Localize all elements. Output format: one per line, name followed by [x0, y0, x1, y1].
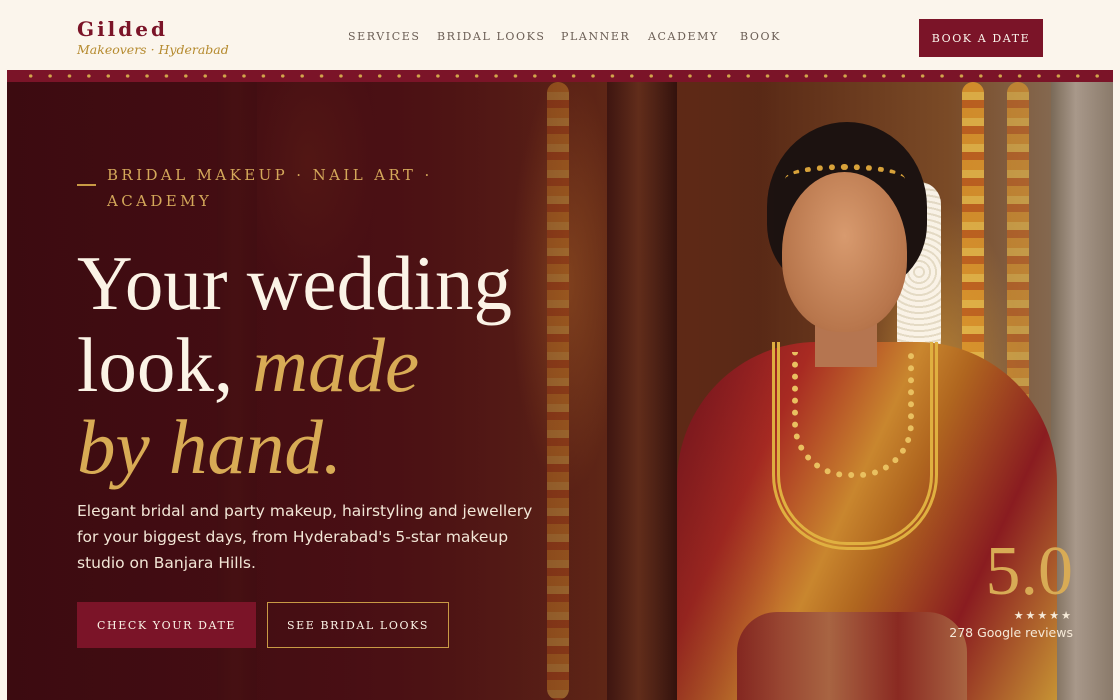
- eyebrow-rule: [77, 184, 96, 186]
- headline-line-2: look,: [77, 322, 253, 408]
- google-rating: 5.0 ★★★★★ 278 Google reviews: [949, 533, 1074, 641]
- nav-item-academy[interactable]: ACADEMY: [648, 30, 719, 43]
- brand-name: Gilded: [77, 17, 168, 41]
- hero-headline: Your wedding look, made by hand.: [77, 242, 597, 488]
- hero-section: BRIDAL MAKEUP · NAIL ART · ACADEMY Your …: [7, 82, 1113, 700]
- eyebrow-text: BRIDAL MAKEUP · NAIL ART · ACADEMY: [107, 166, 433, 210]
- rating-score: 5.0: [985, 533, 1074, 610]
- headline-line-1: Your wedding: [77, 240, 512, 326]
- border-dots: [21, 74, 1111, 78]
- nav-item-bridal-looks[interactable]: BRIDAL LOOKS: [437, 30, 546, 43]
- see-bridal-looks-button[interactable]: SEE BRIDAL LOOKS: [267, 602, 449, 648]
- book-a-date-button[interactable]: BOOK A DATE: [919, 19, 1043, 57]
- decorative-border: [7, 70, 1113, 82]
- check-your-date-button[interactable]: CHECK YOUR DATE: [77, 602, 256, 648]
- review-count: 278 Google reviews: [949, 625, 1073, 640]
- site-header: Gilded Makeovers · Hyderabad SERVICES BR…: [0, 0, 1120, 70]
- nav-item-services[interactable]: SERVICES: [348, 30, 421, 43]
- brand-logo[interactable]: Gilded Makeovers · Hyderabad: [77, 17, 229, 58]
- hero-subtitle: Elegant bridal and party makeup, hairsty…: [77, 502, 533, 572]
- headline-accent-made: made: [252, 322, 420, 408]
- headline-accent-by-hand: by hand.: [77, 404, 343, 490]
- brand-tagline: Makeovers · Hyderabad: [77, 42, 229, 57]
- nav-item-planner[interactable]: PLANNER: [561, 30, 630, 43]
- star-icons: ★★★★★: [1013, 609, 1073, 622]
- nav-item-book[interactable]: BOOK: [740, 30, 781, 43]
